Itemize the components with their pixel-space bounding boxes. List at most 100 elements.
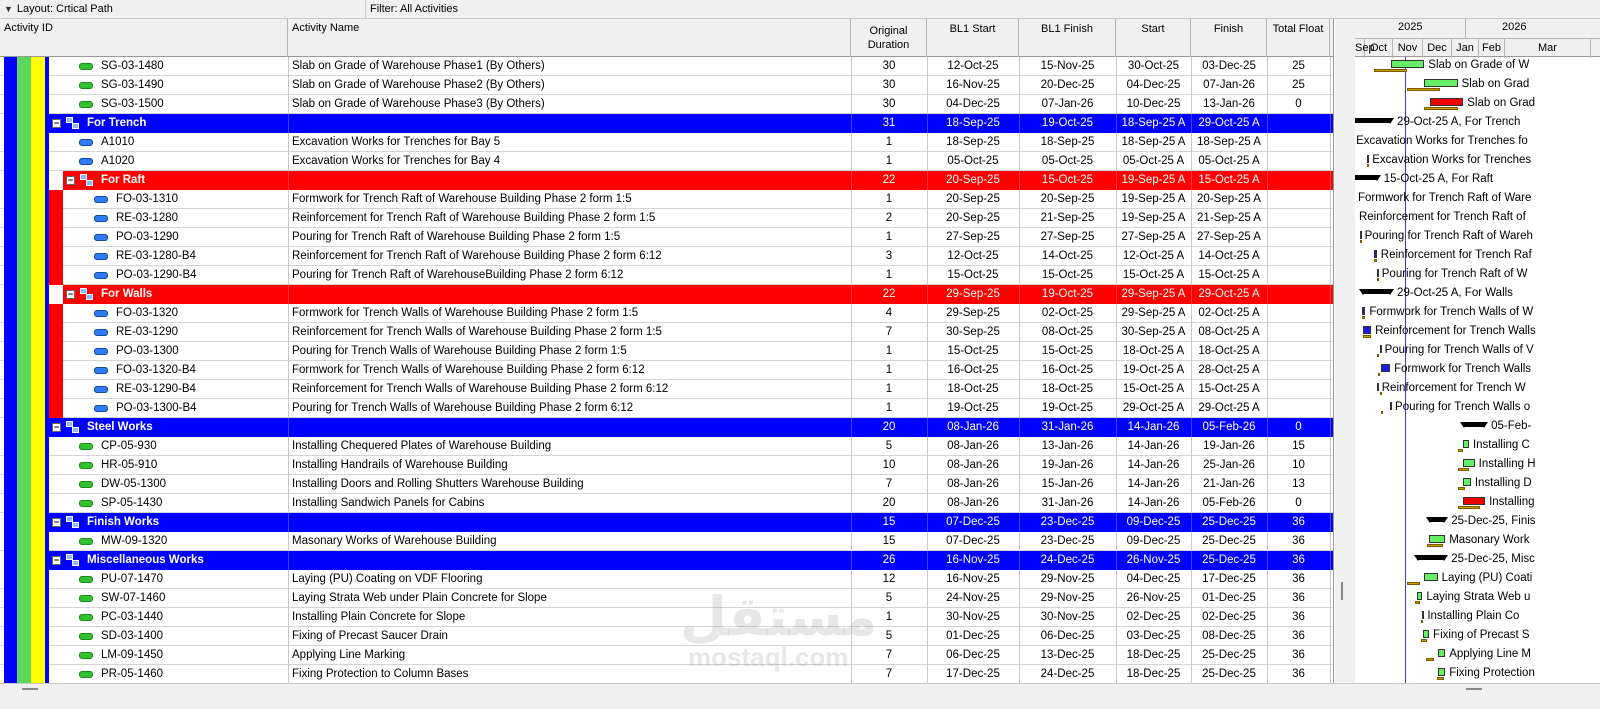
wbs-row[interactable]: − For Walls 22 29-Sep-25 19-Oct-25 29-Sep-25 … bbox=[63, 285, 1333, 304]
gantt-bar-label: Pouring for Trench Walls of V bbox=[1384, 344, 1534, 356]
activity-gantt-bar[interactable] bbox=[1376, 269, 1379, 277]
tree-level-stripe bbox=[17, 57, 31, 683]
cell-tf: 0 bbox=[1295, 421, 1302, 433]
wbs-icon bbox=[66, 117, 80, 130]
activity-gantt-bar[interactable] bbox=[1391, 60, 1425, 68]
chevron-down-icon[interactable]: ▼ bbox=[4, 4, 13, 14]
table-row[interactable]: PO-03-1300 Pouring for Trench Walls of Wa… bbox=[0, 342, 1333, 361]
activity-gantt-bar[interactable] bbox=[1430, 98, 1464, 106]
table-row[interactable]: DW-05-1300 Installing Doors and Rolling S… bbox=[0, 475, 1333, 494]
table-row[interactable]: RE-03-1290-B4 Reinforcement for Trench Wa… bbox=[0, 380, 1333, 399]
activity-bar-icon bbox=[94, 272, 108, 279]
column-header-start[interactable]: Start bbox=[1116, 19, 1191, 57]
activity-gantt-bar[interactable] bbox=[1437, 668, 1446, 676]
column-header-activity-id[interactable]: Activity ID bbox=[0, 19, 288, 57]
table-row[interactable]: PO-03-1290 Pouring for Trench Raft of War… bbox=[0, 228, 1333, 247]
table-row[interactable]: CP-05-930 Installing Chequered Plates of … bbox=[0, 437, 1333, 456]
column-header-bl1-start[interactable]: BL1 Start bbox=[927, 19, 1019, 57]
cell-bl1s: 30-Nov-25 bbox=[946, 611, 1000, 623]
table-row[interactable]: RE-03-1280-B4 Reinforcement for Trench Ra… bbox=[0, 247, 1333, 266]
activity-gantt-bar[interactable] bbox=[1390, 402, 1393, 410]
activity-gantt-bar[interactable] bbox=[1463, 440, 1469, 448]
table-row[interactable]: SG-03-1490 Slab on Grade of Warehouse Pha… bbox=[0, 76, 1333, 95]
collapse-toggle[interactable]: − bbox=[52, 423, 61, 432]
cell-dur: 1 bbox=[885, 345, 893, 357]
table-row[interactable]: SD-03-1400 Fixing of Precast Saucer Drain… bbox=[0, 627, 1333, 646]
table-row[interactable]: PR-05-1460 Fixing Protection to Column Ba… bbox=[0, 665, 1333, 683]
table-row[interactable]: PC-03-1440 Installing Plain Concrete for … bbox=[0, 608, 1333, 627]
activity-gantt-bar[interactable] bbox=[1437, 649, 1446, 657]
table-row[interactable]: HR-05-910 Installing Handrails of Warehou… bbox=[0, 456, 1333, 475]
table-row[interactable]: SW-07-1460 Laying Strata Web under Plain … bbox=[0, 589, 1333, 608]
table-row[interactable]: MW-09-1320 Masonary Works of Warehouse Bu… bbox=[0, 532, 1333, 551]
wbs-row[interactable]: − For Trench 31 18-Sep-25 19-Oct-25 18-Sep-25… bbox=[49, 114, 1333, 133]
activity-gantt-bar[interactable] bbox=[1463, 497, 1486, 505]
collapse-toggle[interactable]: − bbox=[66, 176, 75, 185]
wbs-row[interactable]: − For Raft 22 20-Sep-25 15-Oct-25 19-Sep-25 A… bbox=[63, 171, 1333, 190]
activity-gantt-bar[interactable] bbox=[1367, 155, 1370, 163]
collapse-toggle[interactable]: − bbox=[52, 518, 61, 527]
table-row[interactable]: SG-03-1500 Slab on Grade of Warehouse Pha… bbox=[0, 95, 1333, 114]
column-header-bl1-finish[interactable]: BL1 Finish bbox=[1019, 19, 1116, 57]
activity-name: Slab on Grade of Warehouse Phase3 (By Ot… bbox=[292, 98, 545, 110]
column-header-activity-name[interactable]: Activity Name bbox=[288, 19, 851, 57]
activity-gantt-bar[interactable] bbox=[1424, 79, 1458, 87]
collapse-toggle[interactable]: − bbox=[52, 556, 61, 565]
cell-tf bbox=[1267, 399, 1330, 418]
cell-dur: 7 bbox=[885, 326, 893, 338]
column-header-finish[interactable]: Finish bbox=[1191, 19, 1267, 57]
activity-gantt-bar[interactable] bbox=[1359, 231, 1362, 239]
activity-gantt-bar[interactable] bbox=[1424, 573, 1438, 581]
horizontal-scroll-thumb-right[interactable] bbox=[1466, 688, 1482, 690]
table-row[interactable]: A1020 Excavation Works for Trenches for B… bbox=[0, 152, 1333, 171]
horizontal-scroll-thumb-left[interactable] bbox=[22, 688, 38, 690]
activity-gantt-bar[interactable] bbox=[1463, 459, 1475, 467]
activity-gantt-bar[interactable] bbox=[1361, 307, 1366, 315]
collapse-toggle[interactable]: − bbox=[52, 119, 61, 128]
activity-gantt-bar[interactable] bbox=[1422, 611, 1425, 619]
cell-tf bbox=[1267, 190, 1330, 209]
gantt-bar-label: Installing H bbox=[1478, 458, 1536, 470]
activity-gantt-bar[interactable] bbox=[1429, 535, 1446, 543]
table-row[interactable]: FO-03-1320 Formwork for Trench Walls of W… bbox=[0, 304, 1333, 323]
table-row[interactable]: FO-03-1320-B4 Formwork for Trench Walls o… bbox=[0, 361, 1333, 380]
cell-tf: 25 bbox=[1292, 79, 1305, 91]
column-header-original-duration[interactable]: Original Duration bbox=[851, 19, 927, 57]
pane-splitter[interactable] bbox=[1335, 19, 1355, 683]
wbs-row[interactable]: − Finish Works 15 07-Dec-25 23-Dec-25 09-Dec-… bbox=[49, 513, 1333, 532]
column-header-total-float[interactable]: Total Float bbox=[1267, 19, 1330, 57]
table-row[interactable]: PO-03-1290-B4 Pouring for Trench Raft of … bbox=[0, 266, 1333, 285]
activity-gantt-bar[interactable] bbox=[1423, 630, 1430, 638]
activity-gantt-bar[interactable] bbox=[1380, 364, 1391, 372]
activity-bar-icon bbox=[79, 614, 93, 621]
table-row[interactable]: PU-07-1470 Laying (PU) Coating on VDF Flo… bbox=[0, 570, 1333, 589]
wbs-row[interactable]: − Steel Works 20 08-Jan-26 31-Jan-26 14-Jan-2… bbox=[49, 418, 1333, 437]
table-row[interactable]: LM-09-1450 Applying Line Marking 7 06-Dec-2… bbox=[0, 646, 1333, 665]
activity-gantt-bar[interactable] bbox=[1373, 250, 1377, 258]
activity-gantt-bar[interactable] bbox=[1379, 345, 1382, 353]
activity-gantt-bar[interactable] bbox=[1376, 383, 1379, 391]
table-row[interactable]: PO-03-1300-B4 Pouring for Trench Walls of… bbox=[0, 399, 1333, 418]
table-row[interactable]: A1010 Excavation Works for Trenches for B… bbox=[0, 133, 1333, 152]
table-row[interactable]: SG-03-1480 Slab on Grade of Warehouse Pha… bbox=[0, 57, 1333, 76]
activity-name: Slab on Grade of Warehouse Phase2 (By Ot… bbox=[292, 79, 545, 91]
baseline-bar bbox=[1407, 582, 1421, 585]
activity-id: A1020 bbox=[101, 155, 135, 167]
cell-start: 26-Nov-25 bbox=[1126, 592, 1181, 604]
table-row[interactable]: FO-03-1310 Formwork for Trench Raft of Wa… bbox=[0, 190, 1333, 209]
table-row[interactable]: RE-03-1290 Reinforcement for Trench Walls… bbox=[0, 323, 1333, 342]
filter-label[interactable]: Filter: All Activities bbox=[370, 3, 458, 15]
table-row[interactable]: SP-05-1430 Installing Sandwich Panels for… bbox=[0, 494, 1333, 513]
collapse-toggle[interactable]: − bbox=[66, 290, 75, 299]
activity-gantt-bar[interactable] bbox=[1362, 326, 1372, 334]
layout-selector[interactable]: ▼ Layout: Crtical Path bbox=[4, 3, 113, 15]
vertical-scrollbar-thumb[interactable] bbox=[1341, 582, 1343, 600]
table-row[interactable]: RE-03-1280 Reinforcement for Trench Raft … bbox=[0, 209, 1333, 228]
wbs-row[interactable]: − Miscellaneous Works 26 16-Nov-25 24-Dec-25… bbox=[49, 551, 1333, 570]
activity-gantt-bar[interactable] bbox=[1416, 592, 1423, 600]
activity-gantt-bar[interactable] bbox=[1463, 478, 1471, 486]
cell-bl1s: 15-Oct-25 bbox=[947, 345, 999, 357]
gantt-bar-label: 25-Dec-25, Finis bbox=[1451, 515, 1536, 527]
gantt-bar-label: Pouring for Trench Raft of W bbox=[1381, 268, 1528, 280]
wbs-icon bbox=[66, 554, 80, 567]
